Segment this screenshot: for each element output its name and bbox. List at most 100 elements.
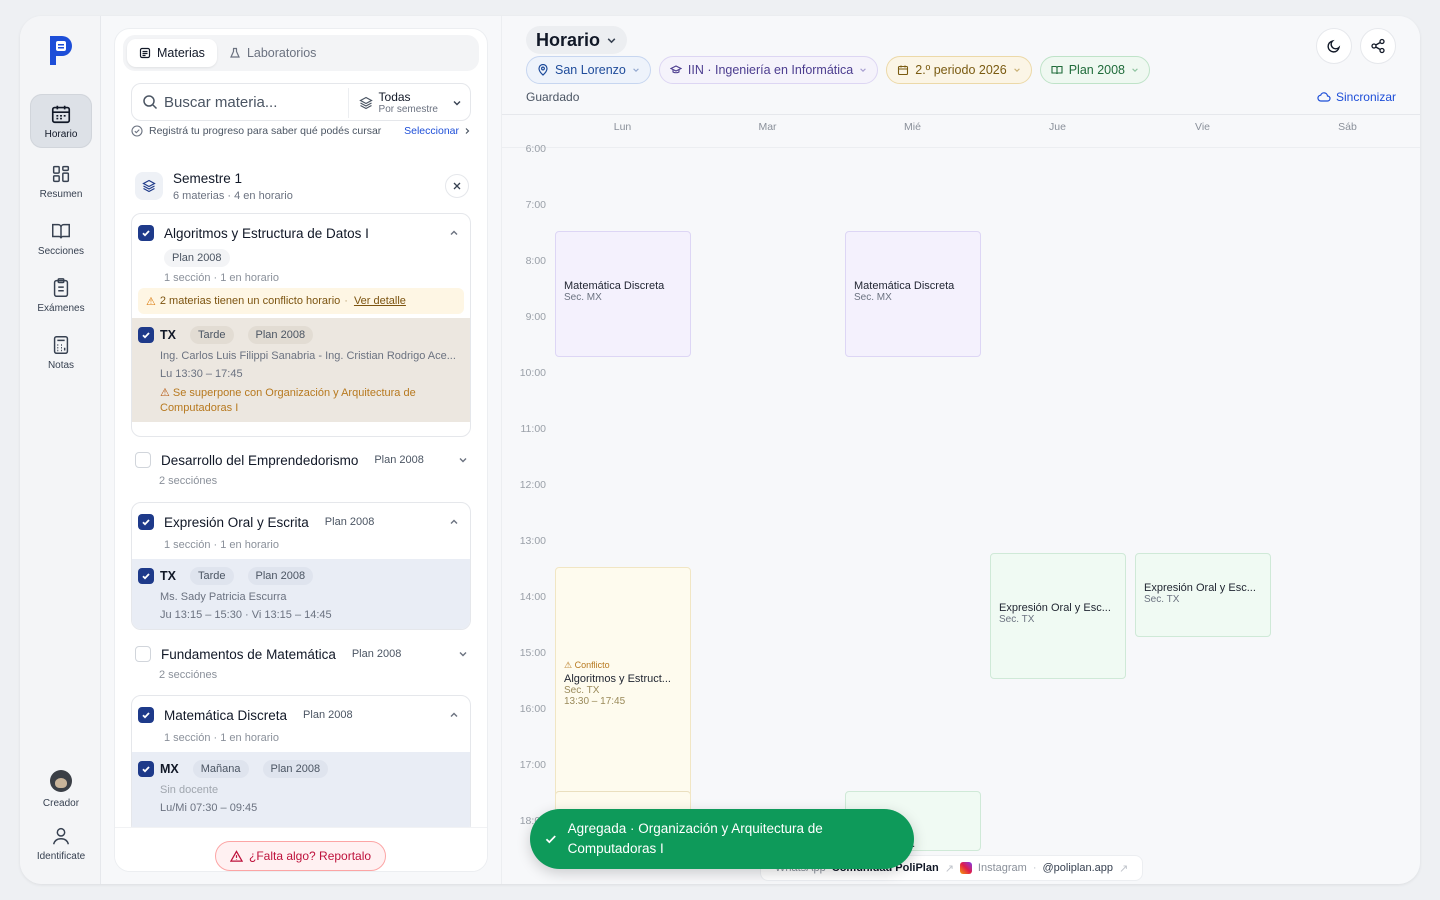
subject-checkbox[interactable] (135, 452, 151, 468)
rail-notas[interactable]: Notas (30, 325, 92, 379)
subject-row[interactable]: Desarrollo del Emprendedorismo Plan 2008… (135, 451, 469, 487)
flask-icon (230, 47, 240, 58)
search-input[interactable] (164, 93, 344, 111)
schedule-event[interactable]: Matemática Discreta Sec. MX (845, 231, 981, 357)
chevron-up-icon[interactable] (448, 227, 460, 239)
hour-label: 14:00 (519, 591, 546, 603)
clipboard-icon (53, 277, 69, 297)
chevron-down-icon (1013, 68, 1020, 72)
subject-meta: 2 secciónes (159, 475, 218, 487)
map-pin-icon (538, 64, 548, 76)
avatar (50, 769, 72, 792)
semester-subtitle: 6 materias · 4 en horario (173, 189, 293, 202)
career-chip[interactable]: IIN · Ingeniería en Informática (658, 56, 879, 84)
chevron-down-icon[interactable] (457, 454, 469, 466)
chevron-down-icon[interactable] (457, 648, 469, 660)
section-checkbox[interactable] (138, 761, 154, 777)
rail-resumen[interactable]: Resumen (30, 154, 92, 208)
cloud-icon (1317, 92, 1331, 102)
section-code: MX (160, 762, 179, 776)
hour-label: 16:00 (519, 703, 546, 715)
schedule-event[interactable]: Matemática Discreta Sec. MX (555, 231, 691, 357)
hour-label: 11:00 (520, 423, 547, 435)
subject-name: Algoritmos y Estructura de Datos I (164, 225, 369, 241)
rail-creator[interactable]: Creador (30, 762, 92, 816)
plan-badge: Plan 2008 (324, 516, 375, 528)
subject-meta: 1 sección · 1 en horario (164, 732, 279, 744)
instagram-handle[interactable]: @poliplan.app (1043, 862, 1114, 874)
section-teacher: Ing. Carlos Luis Filippi Sanabria - Ing.… (160, 350, 456, 362)
progress-hint: Registrá tu progreso para saber qué podé… (131, 125, 471, 137)
plan-badge: Plan 2008 (351, 648, 402, 660)
section-row[interactable]: TX Tarde Plan 2008 Ing. Carlos Luis Fili… (132, 318, 470, 422)
layers-icon (135, 172, 163, 200)
hint-action-label: Seleccionar (404, 125, 459, 137)
section-row[interactable]: TX Tarde Plan 2008 Ms. Sady Patricia Esc… (132, 559, 470, 629)
page-title: Horario (536, 29, 601, 50)
schedule-event[interactable]: Expresión Oral y Esc... Sec. TX (990, 553, 1126, 679)
subject-row[interactable]: Fundamentos de Matemática Plan 2008 2 se… (135, 645, 469, 681)
subject-checkbox[interactable] (138, 225, 154, 241)
chevron-up-icon[interactable] (448, 709, 460, 721)
book-open-icon (1051, 65, 1063, 75)
section-time: Ju 13:15 – 15:30 · Vi 13:15 – 14:45 (160, 609, 332, 621)
sync-button[interactable]: Sincronizar (1317, 90, 1396, 104)
save-status: Guardado (526, 90, 580, 104)
section-checkbox[interactable] (138, 568, 154, 584)
select-progress-link[interactable]: Seleccionar (404, 125, 471, 137)
view-title-dropdown[interactable]: Horario (526, 26, 628, 54)
plan-chip[interactable]: Plan 2008 (1039, 56, 1151, 84)
tab-label: Laboratorios (246, 46, 317, 60)
section-checkbox[interactable] (138, 327, 154, 343)
share-icon (1371, 38, 1385, 54)
rail-horario[interactable]: Horario (30, 94, 92, 148)
conflict-tag-label: Conflicto (574, 660, 610, 670)
subject-checkbox[interactable] (138, 707, 154, 723)
rail-identify[interactable]: Identificate (30, 816, 92, 870)
poliplan-logo[interactable] (46, 32, 76, 68)
rail-examenes[interactable]: Exámenes (30, 268, 92, 322)
report-button[interactable]: ¿Falta algo? Reportalo (215, 841, 387, 871)
instagram-label[interactable]: Instagram (978, 862, 1027, 874)
section-teacher: Sin docente (160, 784, 219, 796)
section-row[interactable]: MX Mañana Plan 2008 Sin docente Lu/Mi 07… (132, 752, 470, 832)
event-section: Sec. TX (1144, 594, 1180, 605)
plan-badge: Plan 2008 (164, 249, 230, 267)
conflict-banner-text: 2 materias tienen un conflicto horario (159, 295, 341, 307)
subject-card: Algoritmos y Estructura de Datos I Plan … (131, 213, 471, 437)
share-button[interactable] (1360, 28, 1396, 64)
chevron-up-icon[interactable] (448, 516, 460, 528)
plan-badge: Plan 2008 (374, 454, 424, 466)
campus-chip[interactable]: San Lorenzo (526, 56, 651, 84)
subject-checkbox[interactable] (138, 514, 154, 530)
conflict-detail-link[interactable]: Ver detalle (354, 295, 406, 307)
check-icon (142, 573, 150, 580)
plan-badge: Plan 2008 (247, 567, 314, 585)
subject-name: Fundamentos de Matemática (161, 646, 336, 662)
calendar-icon (51, 105, 71, 123)
day-header: Lun (613, 121, 632, 133)
chip-label: San Lorenzo (555, 63, 626, 77)
period-chip[interactable]: 2.º periodo 2026 (886, 56, 1032, 84)
close-semester-button[interactable] (445, 174, 469, 198)
hour-label: 12:00 (519, 479, 546, 491)
rail-label: Notas (47, 359, 75, 371)
subject-checkbox[interactable] (135, 646, 151, 662)
section-code: TX (160, 569, 176, 583)
subject-card: Expresión Oral y Escrita Plan 2008 1 sec… (131, 502, 471, 630)
filter-chips: San Lorenzo IIN · Ingeniería en Informát… (526, 56, 1151, 84)
shift-badge: Tarde (189, 567, 234, 585)
subject-card: Matemática Discreta Plan 2008 1 sección … (131, 695, 471, 835)
rail-secciones[interactable]: Secciones (30, 211, 92, 265)
tab-laboratorios[interactable]: Laboratorios (217, 39, 329, 67)
theme-toggle-button[interactable] (1316, 28, 1352, 64)
semester-filter-select[interactable]: Todas Por semestre (347, 88, 462, 118)
schedule-event-conflict[interactable]: ⚠ Conflicto Algoritmos y Estruct... Sec.… (555, 567, 691, 807)
tab-materias[interactable]: Materias (127, 39, 217, 67)
rail-label: Horario (44, 128, 78, 140)
list-icon (139, 47, 151, 59)
plan-badge: Plan 2008 (303, 709, 353, 721)
panel-tabs: Materias Laboratorios (123, 35, 479, 71)
event-section: Sec. TX (564, 685, 600, 696)
schedule-event[interactable]: Expresión Oral y Esc... Sec. TX (1135, 553, 1271, 637)
